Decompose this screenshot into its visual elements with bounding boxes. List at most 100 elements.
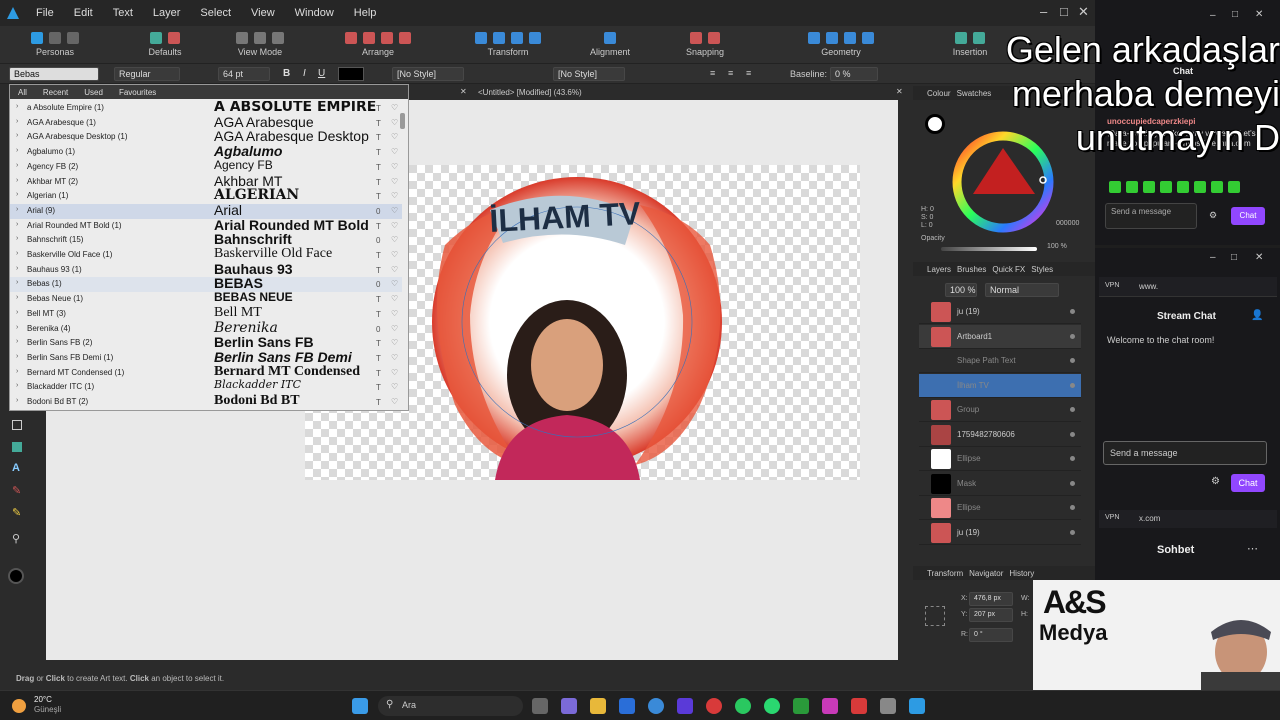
visibility-toggle-icon[interactable] — [1070, 382, 1075, 388]
edge-icon[interactable] — [648, 698, 664, 714]
expand-chevron-icon[interactable]: › — [16, 353, 18, 360]
chat-input[interactable]: Send a message — [1105, 203, 1197, 229]
expand-chevron-icon[interactable]: › — [16, 177, 18, 184]
expand-chevron-icon[interactable]: › — [16, 279, 18, 286]
favourite-heart-icon[interactable]: ♡ — [391, 338, 398, 347]
menu-view[interactable]: View — [241, 7, 285, 19]
tab-quick-fx[interactable]: Quick FX — [992, 265, 1025, 274]
emote-icon[interactable] — [1109, 181, 1121, 193]
geometry-icon[interactable] — [844, 32, 856, 44]
chat-input[interactable]: Send a message — [1103, 441, 1267, 465]
favourite-heart-icon[interactable]: ♡ — [391, 191, 398, 200]
font-list-item[interactable]: › Bell MT (3) Bell MT T ♡ — [10, 305, 402, 322]
font-list-scrollbar[interactable] — [400, 113, 405, 129]
x-input[interactable]: 476,8 px — [969, 592, 1013, 606]
favourite-heart-icon[interactable]: ♡ — [391, 353, 398, 362]
tab-layers[interactable]: Layers — [927, 265, 951, 274]
chat-send-button[interactable]: Chat — [1231, 474, 1265, 492]
arrange-icon[interactable] — [363, 32, 375, 44]
font-list-item[interactable]: › Algerian (1) ALGERIAN T ♡ — [10, 187, 402, 204]
document-tab[interactable]: ✕ <Untitled> [Modified] (43.6%) ✕ — [410, 86, 908, 100]
font-list-item[interactable]: › Blackadder ITC (1) Blackadder ITC T ♡ — [10, 378, 402, 395]
font-size-select[interactable]: 64 pt — [218, 67, 270, 81]
artistic-text-tool-icon[interactable]: A — [12, 462, 20, 474]
pencil-tool-icon[interactable]: ✎ — [12, 506, 21, 519]
emote-icon[interactable] — [1194, 181, 1206, 193]
maximize-icon[interactable]: □ — [1231, 252, 1237, 263]
favourite-heart-icon[interactable]: ♡ — [391, 324, 398, 333]
snapping-options-icon[interactable] — [708, 32, 720, 44]
y-input[interactable]: 207 px — [969, 608, 1013, 622]
align-center-icon[interactable]: ≡ — [728, 68, 733, 78]
windows-start-icon[interactable] — [352, 698, 368, 714]
layer-row[interactable]: İlham TV — [919, 373, 1081, 398]
fill-colour-well[interactable] — [925, 114, 945, 134]
expand-chevron-icon[interactable]: › — [16, 324, 18, 331]
font-list-item[interactable]: › a Absolute Empire (1) A ABSOLUTE EMPIRE T… — [10, 101, 402, 116]
rectangle-tool-icon[interactable] — [12, 420, 22, 430]
arrange-icon[interactable] — [399, 32, 411, 44]
visibility-toggle-icon[interactable] — [1070, 333, 1075, 339]
maximize-icon[interactable]: □ — [1060, 4, 1068, 19]
favourite-heart-icon[interactable]: ♡ — [391, 279, 398, 288]
layer-row[interactable]: Artboard1 — [919, 324, 1081, 349]
instagram-icon[interactable] — [822, 698, 838, 714]
tab-styles[interactable]: Styles — [1031, 265, 1053, 274]
geometry-icon[interactable] — [826, 32, 838, 44]
rotate-left-icon[interactable] — [511, 32, 523, 44]
layer-row[interactable]: Group — [919, 398, 1081, 422]
font-name-input[interactable]: Bebas — [9, 67, 99, 81]
minimize-icon[interactable]: – — [1210, 10, 1216, 21]
taskbar-search[interactable]: ⚲ Ara — [378, 696, 523, 716]
color-well-icon[interactable] — [8, 568, 24, 584]
expand-chevron-icon[interactable]: › — [16, 191, 18, 198]
view-mode-group[interactable]: View Mode — [225, 29, 295, 57]
expand-chevron-icon[interactable]: › — [16, 338, 18, 345]
align-left-icon[interactable]: ≡ — [710, 68, 715, 78]
favourite-heart-icon[interactable]: ♡ — [391, 162, 398, 171]
minimize-icon[interactable]: – — [1210, 252, 1216, 263]
opacity-slider[interactable] — [941, 247, 1037, 251]
pen-tool-icon[interactable]: ✎ — [12, 484, 21, 497]
favourite-heart-icon[interactable]: ♡ — [391, 221, 398, 230]
fill-tool-icon[interactable] — [12, 442, 22, 452]
expand-chevron-icon[interactable]: › — [16, 382, 18, 389]
font-list-item[interactable]: › Bernard MT Condensed (1) Bernard MT Cond… — [10, 364, 402, 381]
chat-send-button[interactable]: Chat — [1231, 207, 1265, 225]
view-mode-icon[interactable] — [254, 32, 266, 44]
font-list-dropdown[interactable]: All Recent Used Favourites › a Absolute E… — [9, 84, 409, 411]
app-logo-icon[interactable] — [0, 0, 26, 26]
underline-icon[interactable]: U — [318, 68, 325, 79]
visibility-toggle-icon[interactable] — [1070, 480, 1075, 486]
weather-temp[interactable]: 20°C — [34, 695, 52, 704]
sync-defaults-icon[interactable] — [150, 32, 162, 44]
settings-icon[interactable]: ⚙ — [1211, 476, 1220, 487]
snapping-icon[interactable] — [690, 32, 702, 44]
font-list-item[interactable]: › Agency FB (2) Agency FB T ♡ — [10, 158, 402, 175]
close-document-icon[interactable]: ✕ — [896, 87, 903, 96]
affinity-designer-icon[interactable] — [909, 698, 925, 714]
favourite-heart-icon[interactable]: ♡ — [391, 177, 398, 186]
font-list-item[interactable]: › Bebas Neue (1) BEBAS NEUE T ♡ — [10, 290, 402, 307]
revert-defaults-icon[interactable] — [168, 32, 180, 44]
flip-vertical-icon[interactable] — [493, 32, 505, 44]
file-explorer-icon[interactable] — [590, 698, 606, 714]
browser-address-bar[interactable]: VPN www. — [1099, 277, 1277, 297]
font-style-select[interactable]: Regular — [114, 67, 180, 81]
layer-opacity-select[interactable]: 100 % — [945, 283, 977, 297]
visibility-toggle-icon[interactable] — [1070, 358, 1075, 363]
favourite-heart-icon[interactable]: ♡ — [391, 382, 398, 391]
align-right-icon[interactable]: ≡ — [746, 68, 751, 78]
transform-group[interactable]: Transform — [465, 29, 551, 57]
close-icon[interactable]: ✕ — [1255, 9, 1263, 20]
font-list-item[interactable]: › Akhbar MT (2) Akhbar MT T ♡ — [10, 173, 402, 190]
tab-recent[interactable]: Recent — [35, 88, 76, 97]
layer-row[interactable]: ju (19) — [919, 521, 1081, 545]
rotation-input[interactable]: 0 ° — [969, 628, 1013, 642]
spotify-icon[interactable] — [735, 698, 751, 714]
app-icon[interactable] — [677, 698, 693, 714]
expand-chevron-icon[interactable]: › — [16, 162, 18, 169]
expand-chevron-icon[interactable]: › — [16, 103, 18, 110]
tab-used[interactable]: Used — [76, 88, 111, 97]
close-icon[interactable]: ✕ — [1255, 252, 1263, 263]
